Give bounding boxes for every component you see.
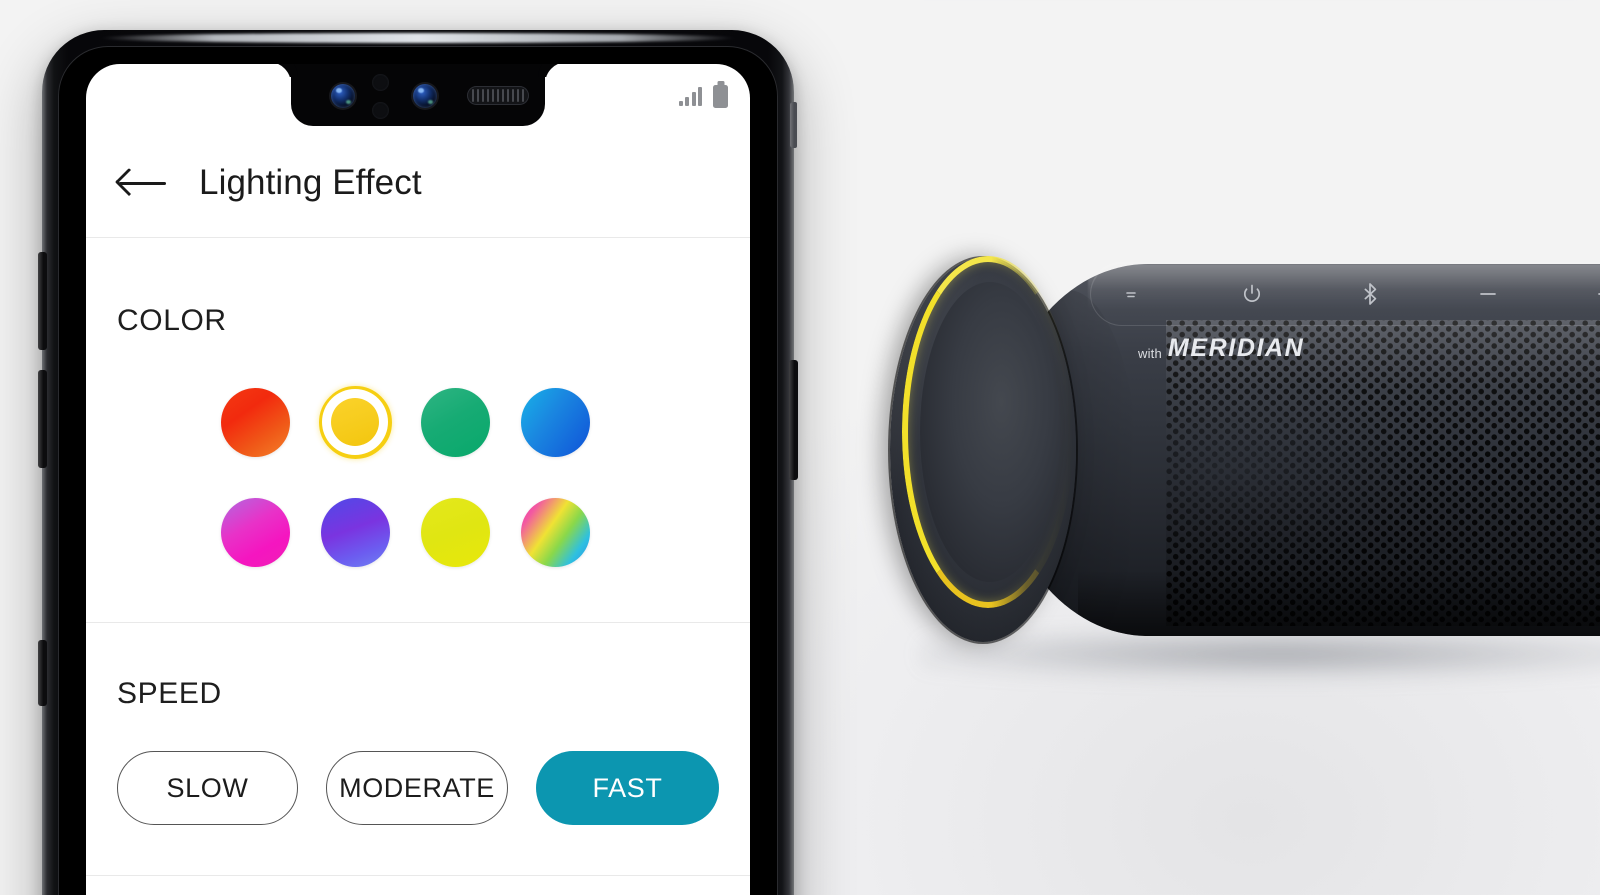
settings-scroll-area[interactable]: COLOR SPEED SLOW MODERATE FAST BEAT LIGHTI… xyxy=(86,238,750,895)
power-icon[interactable] xyxy=(1235,277,1269,311)
color-swatch-blue[interactable] xyxy=(505,376,605,468)
volume-down-icon[interactable] xyxy=(1471,277,1505,311)
assistant-button[interactable] xyxy=(38,640,47,706)
beat-lighting-row[interactable]: BEAT LIGHTING xyxy=(86,876,750,895)
color-section-title: COLOR xyxy=(117,304,227,337)
speed-option-label: MODERATE xyxy=(339,772,495,803)
smartphone: Lighting Effect COLOR SPEED SLOW MODERATE… xyxy=(38,30,798,895)
speed-option-fast[interactable]: FAST xyxy=(536,751,719,825)
meridian-branding: with MERIDIAN xyxy=(1138,334,1304,363)
color-swatch-dot xyxy=(520,387,590,457)
color-swatch-lime[interactable] xyxy=(405,486,505,578)
phone-top-edge-highlight xyxy=(100,33,736,43)
volume-up-button[interactable] xyxy=(38,252,47,350)
app-header: Lighting Effect xyxy=(86,128,750,238)
battery-icon xyxy=(713,84,728,108)
color-swatch-grid[interactable] xyxy=(117,376,719,578)
speaker-woofer-cap xyxy=(920,282,1060,582)
speaker-control-bar[interactable] xyxy=(1090,262,1600,326)
speaker-bottom-shading xyxy=(1078,570,1600,636)
speed-option-slow[interactable]: SLOW xyxy=(117,751,299,825)
status-bar xyxy=(86,64,750,128)
color-swatch-dot xyxy=(220,497,290,567)
meridian-logo: MERIDIAN xyxy=(1167,334,1305,362)
meridian-with-label: with xyxy=(1138,346,1162,361)
power-button[interactable] xyxy=(789,360,798,480)
speed-section-title: SPEED xyxy=(117,677,222,710)
color-swatch-dot xyxy=(420,497,490,567)
color-swatch-dot xyxy=(220,387,290,457)
sim-tray xyxy=(790,102,797,148)
color-swatch-dot xyxy=(520,497,590,567)
bluetooth-speaker: with MERIDIAN xyxy=(880,238,1600,708)
color-swatch-dot xyxy=(320,497,390,567)
color-swatch-magenta[interactable] xyxy=(205,486,305,578)
back-arrow-icon[interactable] xyxy=(114,166,169,200)
speed-options-row[interactable]: SLOW MODERATE FAST xyxy=(117,751,719,825)
page-title: Lighting Effect xyxy=(199,162,422,202)
sound-mode-icon[interactable] xyxy=(1117,277,1151,311)
color-swatch-dot xyxy=(420,387,490,457)
bluetooth-icon[interactable] xyxy=(1353,277,1387,311)
phone-screen: Lighting Effect COLOR SPEED SLOW MODERATE… xyxy=(86,64,750,895)
color-section: COLOR xyxy=(86,238,750,622)
color-swatch-yellow[interactable] xyxy=(305,376,405,468)
speed-option-label: FAST xyxy=(592,772,663,803)
color-swatch-blue-purple[interactable] xyxy=(305,486,405,578)
speed-option-label: SLOW xyxy=(166,772,249,803)
speed-option-moderate[interactable]: MODERATE xyxy=(326,751,509,825)
color-swatch-multicolor[interactable] xyxy=(505,486,605,578)
volume-down-button[interactable] xyxy=(38,370,47,468)
speed-section: SPEED SLOW MODERATE FAST xyxy=(86,623,750,875)
volume-up-icon[interactable] xyxy=(1589,277,1600,311)
signal-bars-icon xyxy=(678,86,702,106)
color-swatch-red-orange[interactable] xyxy=(205,376,305,468)
color-swatch-dot xyxy=(331,398,379,446)
color-swatch-green[interactable] xyxy=(405,376,505,468)
